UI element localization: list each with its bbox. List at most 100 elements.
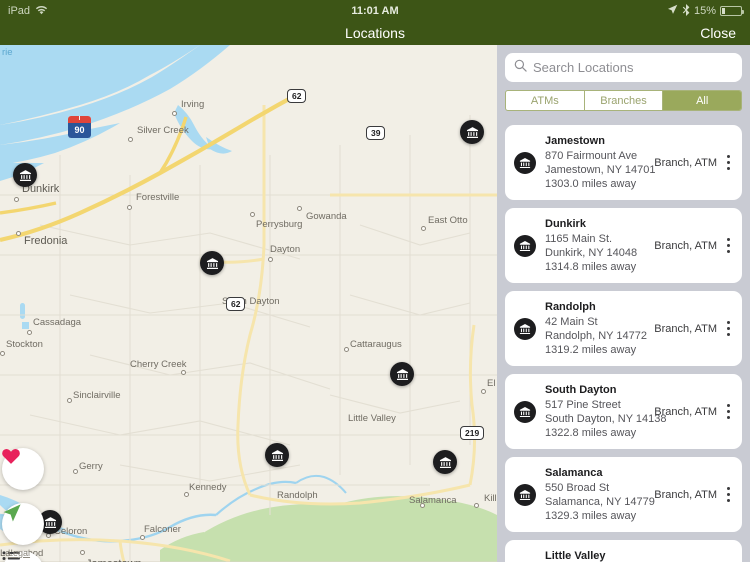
location-distance: 1322.8 miles away (545, 427, 637, 439)
map-view[interactable]: rie Irving Silver Creek Dunkirk Forestvi… (0, 45, 497, 562)
city-dot (481, 389, 486, 394)
location-city-state-zip: Jamestown, NY 14701 (545, 164, 656, 176)
city-dot (80, 550, 85, 555)
city-dot (67, 398, 72, 403)
clock-label: 11:01 AM (351, 5, 399, 17)
bank-icon (514, 317, 536, 340)
tab-atms[interactable]: ATMs (506, 91, 585, 110)
location-street: 517 Pine Street (545, 399, 621, 411)
city-dot (172, 111, 177, 116)
bank-icon (514, 483, 536, 506)
route-shield-us-219: 219 (460, 426, 485, 440)
location-city-state-zip: South Dayton, NY 14138 (545, 413, 667, 425)
city-dot (127, 205, 132, 210)
location-distance: 1329.3 miles away (545, 510, 637, 522)
location-distance: 1303.0 miles away (545, 178, 637, 190)
more-options-button[interactable] (725, 238, 736, 253)
list-item-text: Little Valley 120 Main St Little Valley,… (545, 549, 646, 562)
location-street: 42 Main St (545, 316, 598, 328)
list-item[interactable]: Salamanca 550 Broad St Salamanca, NY 147… (505, 457, 742, 532)
bank-icon (514, 234, 536, 257)
map-pin-south-dayton[interactable] (200, 251, 224, 275)
bank-icon (514, 151, 536, 174)
search-icon (514, 59, 527, 77)
segmented-control[interactable]: ATMs Branches All (505, 90, 742, 111)
map-pin-salamanca[interactable] (433, 450, 457, 474)
legal-link[interactable]: Legal (8, 548, 30, 558)
search-bar[interactable] (505, 53, 742, 82)
tab-all[interactable]: All (663, 91, 741, 110)
map-pin-little-valley[interactable] (390, 362, 414, 386)
city-dot (250, 212, 255, 217)
location-city-state-zip: Dunkirk, NY 14048 (545, 247, 638, 259)
more-options-button[interactable] (725, 155, 736, 170)
list-item-text: Dunkirk 1165 Main St. Dunkirk, NY 14048 … (545, 217, 646, 274)
route-shield-interstate-90: I 90 (68, 116, 91, 138)
location-types: Branch, ATM (654, 405, 717, 418)
city-dot (184, 492, 189, 497)
bluetooth-icon (682, 3, 690, 19)
location-city-state-zip: Salamanca, NY 14779 (545, 496, 655, 508)
city-dot (344, 347, 349, 352)
list-item-text: Jamestown 870 Fairmount Ave Jamestown, N… (545, 134, 656, 191)
city-dot (297, 206, 302, 211)
status-bar: iPad 11:01 AM 15% (0, 0, 750, 22)
tab-branches[interactable]: Branches (585, 91, 664, 110)
location-distance: 1314.8 miles away (545, 261, 637, 273)
nav-bar: Locations Close (0, 22, 750, 45)
city-dot (181, 370, 186, 375)
map-pin-fredonia[interactable] (13, 163, 37, 187)
locations-panel: ATMs Branches All Jamestown 870 Fairmoun… (497, 45, 750, 562)
route-shield-us-62-south: 62 (226, 297, 246, 311)
locations-list[interactable]: Jamestown 870 Fairmount Ave Jamestown, N… (497, 125, 750, 562)
location-types: Branch, ATM (654, 239, 717, 252)
location-name: South Dayton (545, 384, 617, 396)
map-pin-gowanda[interactable] (460, 120, 484, 144)
location-name: Jamestown (545, 135, 605, 147)
battery-percent-label: 15% (693, 5, 716, 17)
list-item[interactable]: Little Valley 120 Main St Little Valley,… (505, 540, 742, 562)
close-button[interactable]: Close (700, 22, 736, 45)
location-types: Branch, ATM (654, 322, 717, 335)
list-item-text: Randolph 42 Main St Randolph, NY 14772 1… (545, 300, 647, 357)
location-name: Dunkirk (545, 218, 586, 230)
more-options-button[interactable] (725, 487, 736, 502)
location-name: Little Valley (545, 550, 606, 562)
list-item[interactable]: South Dayton 517 Pine Street South Dayto… (505, 374, 742, 449)
search-input[interactable] (533, 60, 733, 75)
list-item[interactable]: Jamestown 870 Fairmount Ave Jamestown, N… (505, 125, 742, 200)
more-options-button[interactable] (725, 404, 736, 419)
status-bar-right: 15% (667, 3, 744, 19)
location-distance: 1319.2 miles away (545, 344, 637, 356)
map-pin-randolph[interactable] (265, 443, 289, 467)
city-dot (27, 330, 32, 335)
location-arrow-icon (667, 4, 678, 18)
location-types: Branch, ATM (654, 488, 717, 501)
location-street: 870 Fairmount Ave (545, 150, 638, 162)
shield-number: 90 (68, 123, 91, 138)
locate-me-button[interactable] (2, 503, 44, 545)
city-dot (0, 351, 5, 356)
location-types: Branch, ATM (654, 156, 717, 169)
list-item[interactable]: Dunkirk 1165 Main St. Dunkirk, NY 14048 … (505, 208, 742, 283)
city-dot (268, 257, 273, 262)
city-dot (16, 231, 21, 236)
locations-screen: iPad 11:01 AM 15% Locations Close rie Ir… (0, 0, 750, 562)
route-shield-state-39: 39 (366, 126, 386, 140)
list-item[interactable]: Randolph 42 Main St Randolph, NY 14772 1… (505, 291, 742, 366)
shield-top-text: I (68, 116, 91, 123)
list-item-text: Salamanca 550 Broad St Salamanca, NY 147… (545, 466, 655, 523)
city-dot (128, 137, 133, 142)
more-options-button[interactable] (725, 321, 736, 336)
location-street: 550 Broad St (545, 482, 610, 494)
bank-icon (514, 400, 536, 423)
location-street: 1165 Main St. (545, 233, 613, 245)
battery-icon (720, 6, 744, 16)
page-title: Locations (345, 25, 405, 41)
favorites-button[interactable] (2, 448, 44, 490)
city-dot (420, 503, 425, 508)
location-name: Randolph (545, 301, 596, 313)
city-dot (14, 197, 19, 202)
route-shield-us-62-north: 62 (287, 89, 307, 103)
filter-container: ATMs Branches All (497, 88, 750, 118)
